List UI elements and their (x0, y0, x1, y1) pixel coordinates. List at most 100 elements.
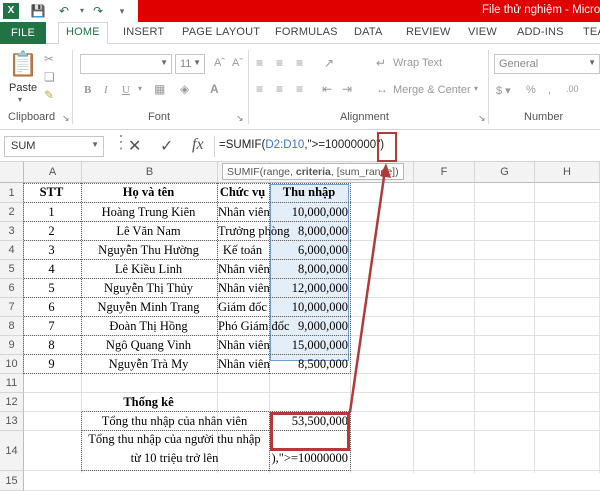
column-header-g[interactable]: G (475, 162, 535, 183)
fill-color-icon[interactable]: ◈ (180, 82, 189, 96)
tab-team[interactable]: TEA (583, 26, 600, 38)
increase-indent-icon[interactable]: ⇥ (342, 82, 352, 96)
save-icon[interactable]: 💾 (30, 3, 46, 19)
row-header-14[interactable]: 14 (0, 431, 24, 471)
cell-position[interactable]: Trưởng phòng (218, 224, 290, 239)
tab-view[interactable]: VIEW (468, 26, 497, 38)
align-center-icon[interactable]: ≡ (276, 82, 283, 96)
cell-income[interactable]: 10,000,000 (270, 205, 348, 220)
cell-position[interactable]: Kế toán (218, 243, 267, 258)
row-header-9[interactable]: 9 (0, 336, 24, 355)
cell-position[interactable]: Nhân viên (218, 262, 270, 277)
copy-icon[interactable]: ❏ (44, 70, 55, 84)
tab-file[interactable]: FILE (0, 22, 46, 44)
tab-review[interactable]: REVIEW (406, 26, 451, 38)
cell-income[interactable]: 8,500,000 (270, 357, 348, 372)
tab-home[interactable]: HOME (66, 26, 100, 38)
merge-center-icon[interactable]: ↔ (376, 82, 388, 96)
paste-button[interactable]: Paste (9, 82, 37, 94)
header-income[interactable]: Thu nhập (270, 185, 348, 200)
cell-position[interactable]: Giám đốc (218, 300, 267, 315)
percent-icon[interactable]: % (526, 84, 536, 96)
cell-name[interactable]: Lê Kiều Linh (82, 262, 215, 277)
align-top-icon[interactable]: ≡ (256, 56, 263, 70)
row-header-10[interactable]: 10 (0, 355, 24, 374)
format-painter-icon[interactable]: ✎ (44, 88, 54, 102)
cell-income[interactable]: 8,000,000 (270, 224, 348, 239)
cell-stt[interactable]: 4 (24, 262, 79, 277)
tab-insert[interactable]: INSERT (123, 26, 164, 38)
cell-income[interactable]: 10,000,000 (270, 300, 348, 315)
select-all-corner[interactable] (0, 162, 24, 183)
comma-style-icon[interactable]: , (548, 84, 551, 96)
tab-page-layout[interactable]: PAGE LAYOUT (182, 26, 260, 38)
insert-function-button[interactable]: fx (192, 136, 204, 154)
customize-icon[interactable]: ▾ (114, 3, 130, 19)
align-right-icon[interactable]: ≡ (296, 82, 303, 96)
row-header-6[interactable]: 6 (0, 279, 24, 298)
font-name-dropdown[interactable]: ▼ (80, 54, 172, 74)
cell-position[interactable]: Nhân viên (218, 357, 270, 372)
cell-stt[interactable]: 2 (24, 224, 79, 239)
header-position[interactable]: Chức vụ (218, 185, 267, 200)
bold-button[interactable]: B (84, 84, 91, 96)
font-size-dropdown[interactable]: 11 ▼ (175, 54, 205, 74)
cell-stt[interactable]: 8 (24, 338, 79, 353)
row-header-13[interactable]: 13 (0, 412, 24, 431)
paste-dropdown-icon[interactable]: ▾ (18, 95, 22, 104)
cell-stt[interactable]: 5 (24, 281, 79, 296)
tab-formulas[interactable]: FORMULAS (275, 26, 338, 38)
cell-stt[interactable]: 9 (24, 357, 79, 372)
redo-icon[interactable]: ↷ (90, 3, 106, 19)
column-header-b[interactable]: B (82, 162, 218, 183)
stats-title[interactable]: Thống kê (82, 395, 215, 410)
cell-name[interactable]: Hoàng Trung Kiên (82, 205, 215, 220)
grow-font-icon[interactable]: Aˆ (214, 57, 225, 69)
borders-icon[interactable]: ▦ (154, 82, 165, 96)
align-bottom-icon[interactable]: ≡ (296, 56, 303, 70)
wrap-text-button[interactable]: Wrap Text (393, 57, 442, 69)
cell-stt[interactable]: 1 (24, 205, 79, 220)
cell-name[interactable]: Đoàn Thị Hồng (82, 319, 215, 334)
row-header-5[interactable]: 5 (0, 260, 24, 279)
cell-income[interactable]: 6,000,000 (270, 243, 348, 258)
wrap-text-icon[interactable]: ↵ (376, 56, 386, 70)
cell-income[interactable]: 8,000,000 (270, 262, 348, 277)
cell-income[interactable]: 9,000,000 (270, 319, 348, 334)
cell-stt[interactable]: 6 (24, 300, 79, 315)
alignment-launcher-icon[interactable]: ↘ (478, 113, 486, 124)
conditional-total-label-2[interactable]: từ 10 triệu trở lên (82, 451, 267, 466)
header-stt[interactable]: STT (24, 185, 79, 200)
cell-name[interactable]: Nguyễn Minh Trang (82, 300, 215, 315)
align-left-icon[interactable]: ≡ (256, 82, 263, 96)
font-color-icon[interactable]: A (210, 82, 219, 96)
cell-position[interactable]: Phó Giám đốc (218, 319, 290, 334)
row-header-2[interactable]: 2 (0, 203, 24, 222)
increase-decimal-icon[interactable]: .00 (566, 84, 579, 94)
column-header-h[interactable]: H (535, 162, 600, 183)
cell-position[interactable]: Nhân viên (218, 205, 270, 220)
row-header-12[interactable]: 12 (0, 393, 24, 412)
paste-icon[interactable]: 📋 (8, 50, 38, 80)
conditional-total-cell[interactable]: ),">=10000000 (270, 451, 349, 466)
merge-center-button[interactable]: Merge & Center (393, 84, 471, 96)
orientation-icon[interactable]: ↗ (324, 56, 334, 70)
row-header-11[interactable]: 11 (0, 374, 24, 393)
column-header-f[interactable]: F (414, 162, 475, 183)
row-header-4[interactable]: 4 (0, 241, 24, 260)
formula-input[interactable]: =SUMIF(D2:D10,">=10000000") (214, 136, 600, 157)
merge-dropdown-icon[interactable]: ▾ (474, 84, 478, 93)
undo-dropdown-icon[interactable]: ▾ (74, 3, 90, 19)
enter-icon[interactable]: ✓ (160, 136, 173, 156)
tab-add-ins[interactable]: ADD-INS (517, 26, 564, 38)
row-header-3[interactable]: 3 (0, 222, 24, 241)
name-box[interactable]: SUM ▼ (4, 136, 104, 157)
row-header-15[interactable]: 15 (0, 471, 24, 491)
align-middle-icon[interactable]: ≡ (276, 56, 283, 70)
total-income-label[interactable]: Tổng thu nhập của nhân viên (82, 414, 267, 429)
cell-position[interactable]: Nhân viên (218, 281, 270, 296)
conditional-total-label-1[interactable]: Tổng thu nhập của người thu nhập (82, 432, 267, 447)
cell-stt[interactable]: 7 (24, 319, 79, 334)
font-launcher-icon[interactable]: ↘ (236, 113, 244, 124)
number-format-dropdown[interactable]: General ▼ (494, 54, 600, 74)
